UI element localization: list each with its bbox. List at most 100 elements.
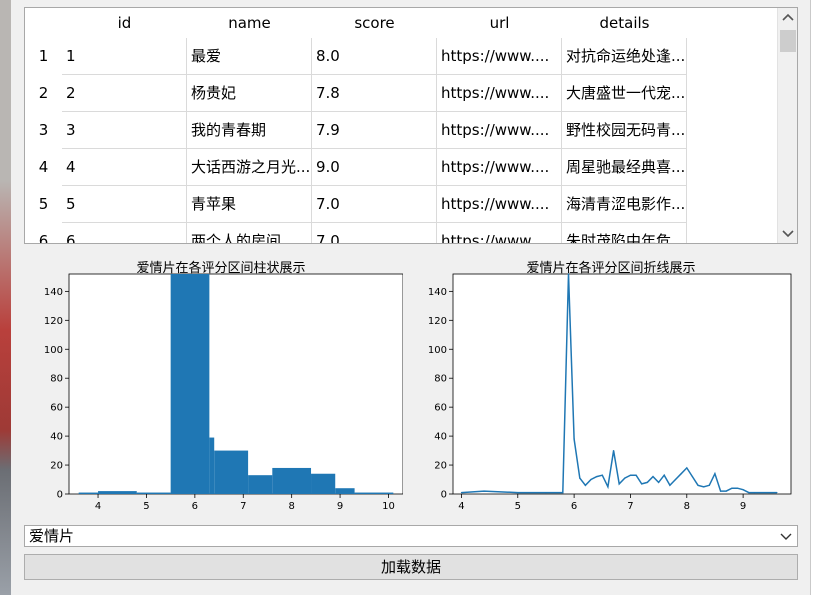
table-cell-score[interactable]: 7.0 — [312, 186, 437, 223]
table-cell-name[interactable]: 最爱 — [187, 38, 312, 75]
table-header: id name score url details — [25, 8, 777, 38]
data-point — [460, 491, 463, 494]
data-point — [635, 474, 637, 476]
x-tick-label: 9 — [740, 501, 746, 512]
data-point — [691, 476, 694, 478]
histogram-bar — [98, 491, 137, 494]
x-tick-label: 6 — [571, 501, 577, 512]
column-header-details[interactable]: details — [562, 8, 687, 38]
chevron-up-icon — [782, 13, 794, 21]
table-cell-score[interactable]: 9.0 — [312, 149, 437, 186]
table-cell-name[interactable]: 我的青春期 — [187, 112, 312, 149]
x-tick-label: 7 — [240, 501, 246, 512]
table-cell-score[interactable]: 7.9 — [312, 112, 437, 149]
data-point — [641, 483, 643, 485]
table-cell-url[interactable]: https://www.... — [437, 112, 562, 149]
x-tick-label: 9 — [337, 501, 343, 512]
data-point — [731, 487, 733, 489]
histogram-bar — [335, 488, 355, 494]
table-cell-url[interactable]: https://www.... — [437, 38, 562, 75]
y-tick-label: 80 — [50, 374, 63, 385]
data-point — [674, 478, 677, 481]
table-cell-id[interactable]: 1 — [62, 38, 187, 75]
table-cell-name[interactable]: 青苹果 — [187, 186, 312, 223]
row-number[interactable]: 1 — [25, 38, 62, 75]
data-point — [612, 449, 615, 452]
table-cell-name[interactable]: 大话西游之月光... — [187, 149, 312, 186]
data-point — [590, 478, 592, 481]
y-tick-label: 140 — [428, 287, 447, 298]
table-cell-url[interactable]: https://www.... — [437, 186, 562, 223]
table-cell-details[interactable]: 野性校园无码青... — [562, 112, 687, 149]
table-cell-details[interactable]: 朱时茂陷中年危... — [562, 223, 687, 243]
data-point — [680, 473, 682, 475]
data-point — [579, 477, 581, 479]
y-tick-label: 0 — [441, 490, 447, 501]
y-tick-label: 100 — [44, 345, 63, 356]
row-number[interactable]: 5 — [25, 186, 62, 223]
data-point — [517, 491, 519, 494]
table-cell-name[interactable]: 杨贵妃 — [187, 75, 312, 112]
data-point — [596, 476, 598, 478]
data-point — [703, 486, 705, 488]
row-number[interactable]: 2 — [25, 75, 62, 112]
histogram-bar — [354, 492, 394, 494]
column-header-id[interactable]: id — [62, 8, 187, 38]
table-cell-id[interactable]: 3 — [62, 112, 187, 149]
table-cell-score[interactable]: 7.8 — [312, 75, 437, 112]
table-vertical-scrollbar[interactable] — [777, 8, 797, 243]
data-point — [742, 489, 744, 491]
table-cell-details[interactable]: 周星驰最经典喜... — [562, 149, 687, 186]
category-select[interactable]: 爱情片 — [24, 525, 798, 547]
x-tick-label: 5 — [515, 501, 521, 512]
data-point — [646, 481, 648, 484]
movie-table[interactable]: id name score url details 1 1 最爱 8.0 https:/… — [24, 7, 798, 244]
desktop-background — [0, 0, 11, 595]
category-select-value: 爱情片 — [29, 527, 75, 545]
data-point — [669, 484, 671, 486]
table-cell-id[interactable]: 2 — [62, 75, 187, 112]
row-number[interactable]: 6 — [25, 223, 62, 243]
table-cell-url[interactable]: https://www.... — [437, 75, 562, 112]
scroll-up-button[interactable] — [778, 8, 797, 28]
column-header-score[interactable]: score — [312, 8, 437, 38]
data-point — [601, 474, 603, 476]
table-cell-score[interactable]: 8.0 — [312, 38, 437, 75]
table-cell-details[interactable]: 对抗命运绝处逢... — [562, 38, 687, 75]
table-cell-url[interactable]: https://www.... — [437, 149, 562, 186]
data-point — [697, 484, 699, 486]
load-data-button[interactable]: 加载数据 — [24, 554, 798, 580]
x-tick-label: 4 — [458, 501, 464, 512]
data-point — [624, 477, 626, 479]
table-cell-score[interactable]: 7.0 — [312, 223, 437, 243]
table-cell-id[interactable]: 6 — [62, 223, 187, 243]
column-header-name[interactable]: name — [187, 8, 312, 38]
table-cell-name[interactable]: 两个人的房间 — [187, 223, 312, 243]
data-point — [748, 491, 750, 494]
data-point — [708, 484, 710, 486]
app-window: id name score url details 1 1 最爱 8.0 https:/… — [11, 0, 811, 595]
histogram-bar — [78, 492, 99, 494]
line-chart: 4 5 6 7 8 9 0 20 40 60 80 100 120 140 — [428, 273, 792, 512]
table-cell-details[interactable]: 海清青涩电影作... — [562, 186, 687, 223]
row-number[interactable]: 3 — [25, 112, 62, 149]
y-tick-label: 140 — [44, 287, 63, 298]
row-number[interactable]: 4 — [25, 149, 62, 186]
data-point — [562, 491, 564, 494]
histogram-bar — [214, 450, 249, 494]
data-point — [584, 484, 586, 486]
table-cell-id[interactable]: 4 — [62, 149, 187, 186]
data-point — [686, 467, 688, 469]
column-header-url[interactable]: url — [437, 8, 562, 38]
scrollbar-thumb[interactable] — [780, 30, 796, 52]
histogram-bar — [209, 437, 215, 494]
table-cell-url[interactable]: https://www.... — [437, 223, 562, 243]
data-point — [607, 486, 609, 488]
y-tick-label: 60 — [434, 403, 447, 414]
scroll-down-button[interactable] — [778, 223, 797, 243]
x-tick-label: 10 — [382, 501, 395, 512]
table-cell-details[interactable]: 大唐盛世一代宠... — [562, 75, 687, 112]
table-cell-id[interactable]: 5 — [62, 186, 187, 223]
data-point — [652, 476, 654, 478]
data-point — [776, 491, 778, 494]
